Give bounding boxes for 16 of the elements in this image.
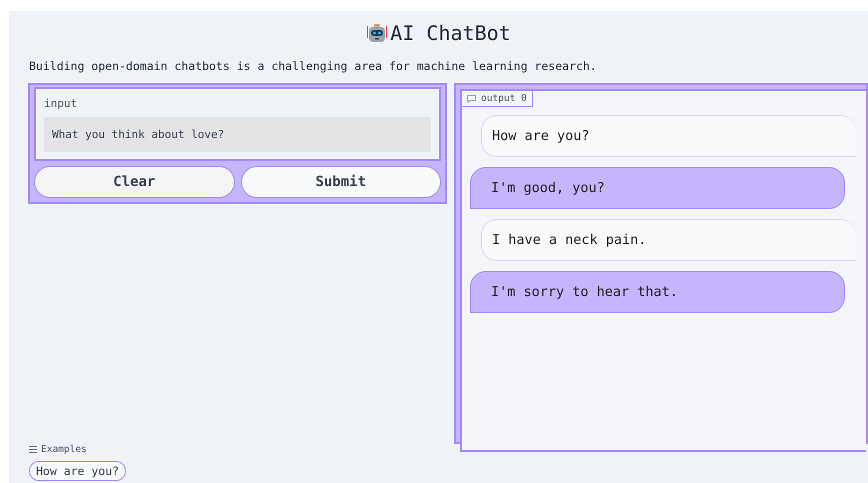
user-message: I have a neck pain. — [481, 219, 856, 261]
robot-icon — [366, 22, 388, 44]
example-chip[interactable]: How are you? — [29, 461, 126, 481]
examples-label: Examples — [41, 444, 87, 455]
output-label-text: output 0 — [481, 93, 527, 104]
app-title: AI ChatBot — [390, 21, 511, 45]
user-message: How are you? — [481, 115, 856, 157]
input-field[interactable]: What you think about love? — [44, 117, 431, 152]
clear-button[interactable]: Clear — [34, 166, 234, 198]
description: Building open-domain chatbots is a challenging area for machine learning research. — [29, 59, 598, 73]
input-label: input — [44, 97, 78, 110]
list-icon — [29, 446, 37, 453]
bot-message: I'm sorry to hear that. — [470, 271, 845, 313]
chat-icon — [467, 94, 476, 102]
submit-button[interactable]: Submit — [240, 166, 441, 198]
bot-message: I'm good, you? — [470, 167, 845, 209]
